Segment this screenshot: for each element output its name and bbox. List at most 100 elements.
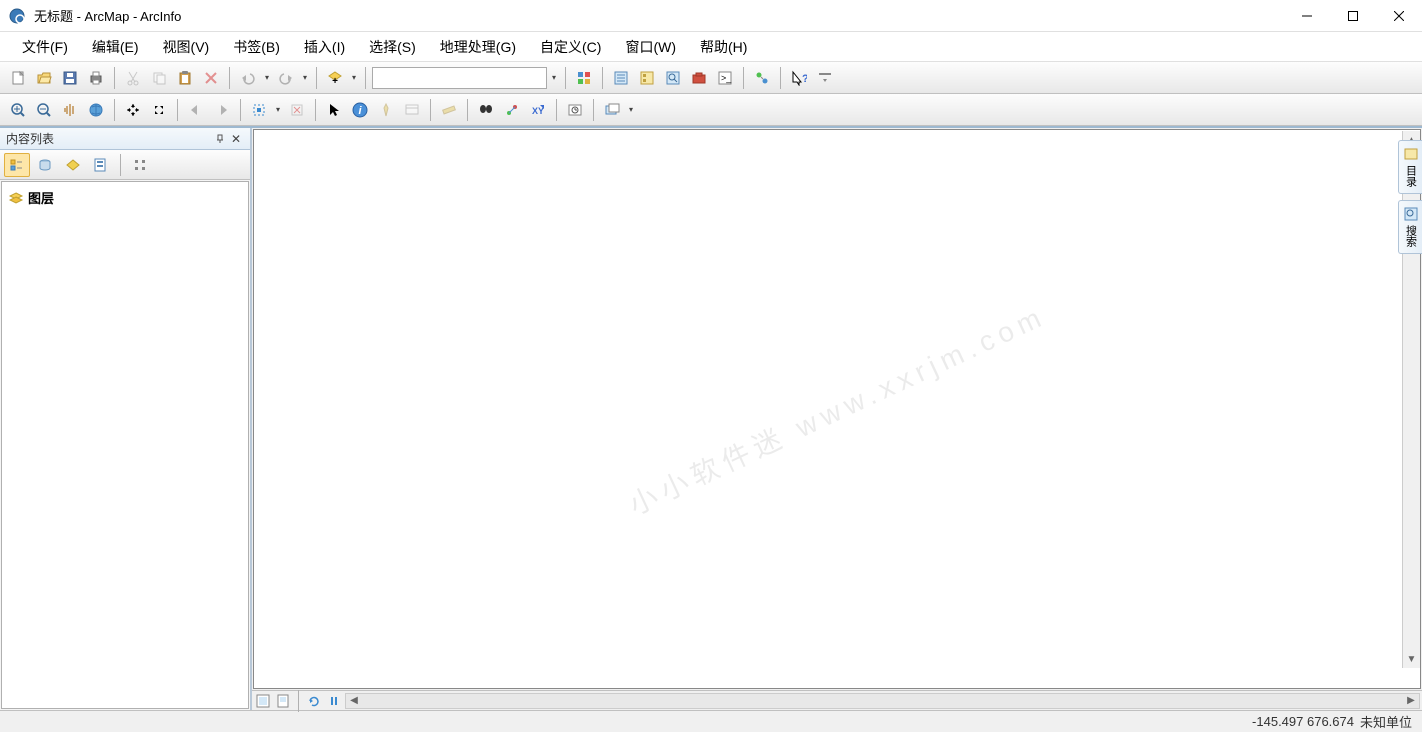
search-tab[interactable]: 搜索	[1398, 200, 1422, 254]
create-viewer-button[interactable]	[600, 98, 624, 122]
create-viewer-dropdown[interactable]: ▾	[626, 105, 636, 114]
map-canvas[interactable]: 小小软件迷 www.xxrjm.com ▲ ▼	[253, 129, 1421, 689]
editor-toolbar-button[interactable]	[572, 66, 596, 90]
html-popup-button[interactable]	[400, 98, 424, 122]
scroll-down-icon[interactable]: ▼	[1403, 650, 1420, 668]
list-by-selection-button[interactable]	[88, 153, 114, 177]
menubar: 文件(F) 编辑(E) 视图(V) 书签(B) 插入(I) 选择(S) 地理处理…	[0, 32, 1422, 62]
select-features-button[interactable]	[247, 98, 271, 122]
menu-edit[interactable]: 编辑(E)	[80, 33, 151, 61]
delete-button[interactable]	[199, 66, 223, 90]
scale-combobox[interactable]	[372, 67, 547, 89]
scale-dropdown[interactable]: ▾	[549, 73, 559, 82]
print-button[interactable]	[84, 66, 108, 90]
titlebar: 无标题 - ArcMap - ArcInfo	[0, 0, 1422, 32]
catalog-tab[interactable]: 目录	[1398, 140, 1422, 194]
hyperlink-button[interactable]	[374, 98, 398, 122]
menu-geoprocessing[interactable]: 地理处理(G)	[428, 33, 528, 61]
paste-button[interactable]	[173, 66, 197, 90]
time-slider-button[interactable]	[563, 98, 587, 122]
scroll-left-icon[interactable]: ◀	[346, 695, 362, 706]
open-button[interactable]	[32, 66, 56, 90]
toc-tree[interactable]: 图层	[1, 181, 249, 709]
menu-bookmarks[interactable]: 书签(B)	[221, 33, 292, 61]
search-tab-label: 搜索	[1403, 225, 1419, 247]
refresh-button[interactable]	[305, 693, 323, 709]
full-extent-button[interactable]	[84, 98, 108, 122]
options-button[interactable]	[127, 153, 153, 177]
menu-customize[interactable]: 自定义(C)	[528, 33, 613, 61]
toc-button[interactable]	[609, 66, 633, 90]
next-extent-button[interactable]	[210, 98, 234, 122]
toc-panel-tools	[0, 150, 250, 180]
redo-dropdown[interactable]: ▾	[300, 73, 310, 82]
data-view-button[interactable]	[254, 693, 272, 709]
menu-file[interactable]: 文件(F)	[10, 33, 80, 61]
copy-button[interactable]	[147, 66, 171, 90]
canvas-bottom-bar: ◀ ▶	[252, 690, 1422, 710]
toolbox-button[interactable]	[687, 66, 711, 90]
add-data-dropdown[interactable]: ▾	[349, 73, 359, 82]
menu-windows[interactable]: 窗口(W)	[613, 33, 688, 61]
prev-extent-button[interactable]	[184, 98, 208, 122]
menu-help[interactable]: 帮助(H)	[688, 33, 759, 61]
pin-icon[interactable]	[212, 131, 228, 147]
search-window-button[interactable]	[661, 66, 685, 90]
clear-selection-button[interactable]	[285, 98, 309, 122]
list-by-visibility-button[interactable]	[60, 153, 86, 177]
scroll-right-icon[interactable]: ▶	[1403, 695, 1419, 706]
window-title: 无标题 - ArcMap - ArcInfo	[34, 6, 1284, 25]
python-window-button[interactable]: >_	[713, 66, 737, 90]
measure-button[interactable]	[437, 98, 461, 122]
menu-view[interactable]: 视图(V)	[151, 33, 222, 61]
select-elements-button[interactable]	[322, 98, 346, 122]
pan-button[interactable]	[58, 98, 82, 122]
fixed-zoom-out-button[interactable]	[147, 98, 171, 122]
toc-panel-header: 内容列表 ✕	[0, 128, 250, 150]
layout-view-button[interactable]	[274, 693, 292, 709]
redo-button[interactable]	[274, 66, 298, 90]
zoom-in-button[interactable]	[6, 98, 30, 122]
zoom-out-button[interactable]	[32, 98, 56, 122]
list-by-drawing-order-button[interactable]	[4, 153, 30, 177]
identify-button[interactable]: i	[348, 98, 372, 122]
undo-dropdown[interactable]: ▾	[262, 73, 272, 82]
panel-close-icon[interactable]: ✕	[228, 131, 244, 147]
app-icon	[8, 7, 26, 25]
fixed-zoom-in-button[interactable]	[121, 98, 145, 122]
save-button[interactable]	[58, 66, 82, 90]
undo-button[interactable]	[236, 66, 260, 90]
watermark-text: 小小软件迷 www.xxrjm.com	[622, 294, 1052, 523]
toc-panel: 内容列表 ✕ 图层	[0, 128, 252, 710]
close-button[interactable]	[1376, 0, 1422, 31]
map-area: 小小软件迷 www.xxrjm.com ▲ ▼ ◀ ▶	[252, 128, 1422, 710]
standard-toolbar: ▾ ▾ + ▾ ▾ >_ ?	[0, 62, 1422, 94]
goto-xy-button[interactable]: XY	[526, 98, 550, 122]
add-data-button[interactable]: +	[323, 66, 347, 90]
horizontal-scrollbar[interactable]: ◀ ▶	[345, 693, 1420, 709]
svg-text:>_: >_	[721, 73, 732, 83]
search-tab-icon	[1404, 207, 1418, 221]
catalog-button[interactable]	[635, 66, 659, 90]
cut-button[interactable]	[121, 66, 145, 90]
toolbar-options-button[interactable]	[813, 66, 837, 90]
pause-button[interactable]	[325, 693, 343, 709]
tree-root-layers[interactable]: 图层	[6, 186, 244, 209]
find-button[interactable]	[474, 98, 498, 122]
status-units: 未知单位	[1360, 712, 1412, 731]
select-features-dropdown[interactable]: ▾	[273, 105, 283, 114]
list-by-source-button[interactable]	[32, 153, 58, 177]
menu-insert[interactable]: 插入(I)	[292, 33, 357, 61]
whats-this-button[interactable]: ?	[787, 66, 811, 90]
menu-selection[interactable]: 选择(S)	[357, 33, 428, 61]
layers-icon	[8, 190, 24, 206]
find-route-button[interactable]	[500, 98, 524, 122]
catalog-tab-label: 目录	[1403, 165, 1419, 187]
minimize-button[interactable]	[1284, 0, 1330, 31]
model-builder-button[interactable]	[750, 66, 774, 90]
new-button[interactable]	[6, 66, 30, 90]
right-docked-tabs: 目录 搜索	[1398, 140, 1422, 254]
maximize-button[interactable]	[1330, 0, 1376, 31]
svg-text:+: +	[332, 76, 338, 86]
tree-root-label: 图层	[28, 188, 54, 207]
